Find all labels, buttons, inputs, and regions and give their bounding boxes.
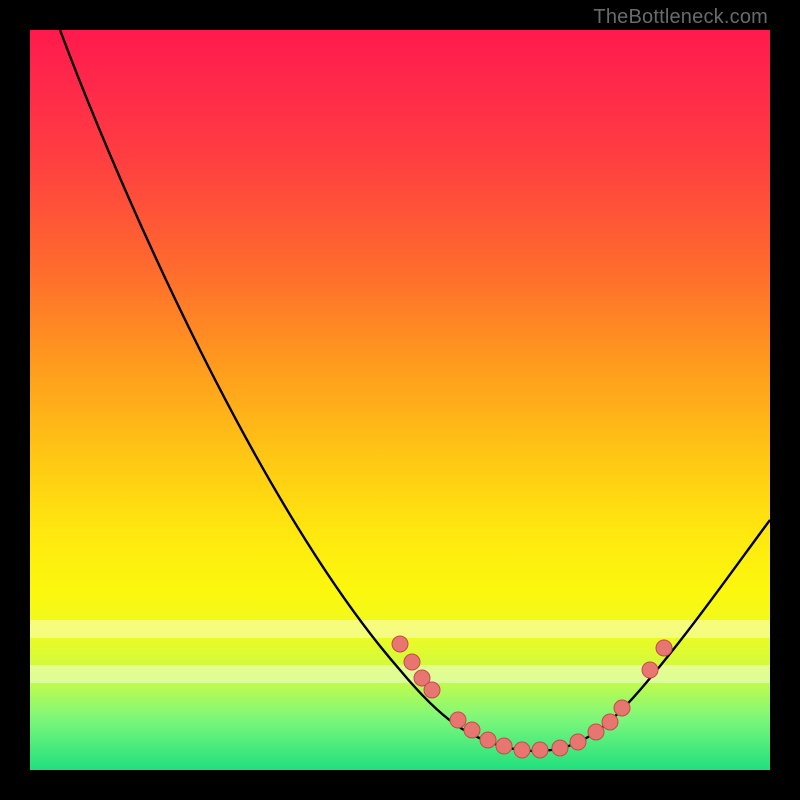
data-dot bbox=[642, 662, 658, 678]
data-dots bbox=[392, 636, 672, 758]
attribution-text: TheBottleneck.com bbox=[593, 6, 768, 29]
data-dot bbox=[464, 722, 480, 738]
data-dot bbox=[450, 712, 466, 728]
bottleneck-plot bbox=[30, 30, 770, 770]
data-dot bbox=[404, 654, 420, 670]
chart-area bbox=[30, 30, 770, 770]
data-dot bbox=[602, 714, 618, 730]
data-dot bbox=[392, 636, 408, 652]
data-dot bbox=[532, 742, 548, 758]
data-dot bbox=[424, 682, 440, 698]
data-dot bbox=[614, 700, 630, 716]
data-dot bbox=[514, 742, 530, 758]
data-dot bbox=[496, 738, 512, 754]
data-dot bbox=[570, 734, 586, 750]
data-dot bbox=[588, 724, 604, 740]
data-dot bbox=[480, 732, 496, 748]
data-dot bbox=[552, 740, 568, 756]
data-dot bbox=[656, 640, 672, 656]
